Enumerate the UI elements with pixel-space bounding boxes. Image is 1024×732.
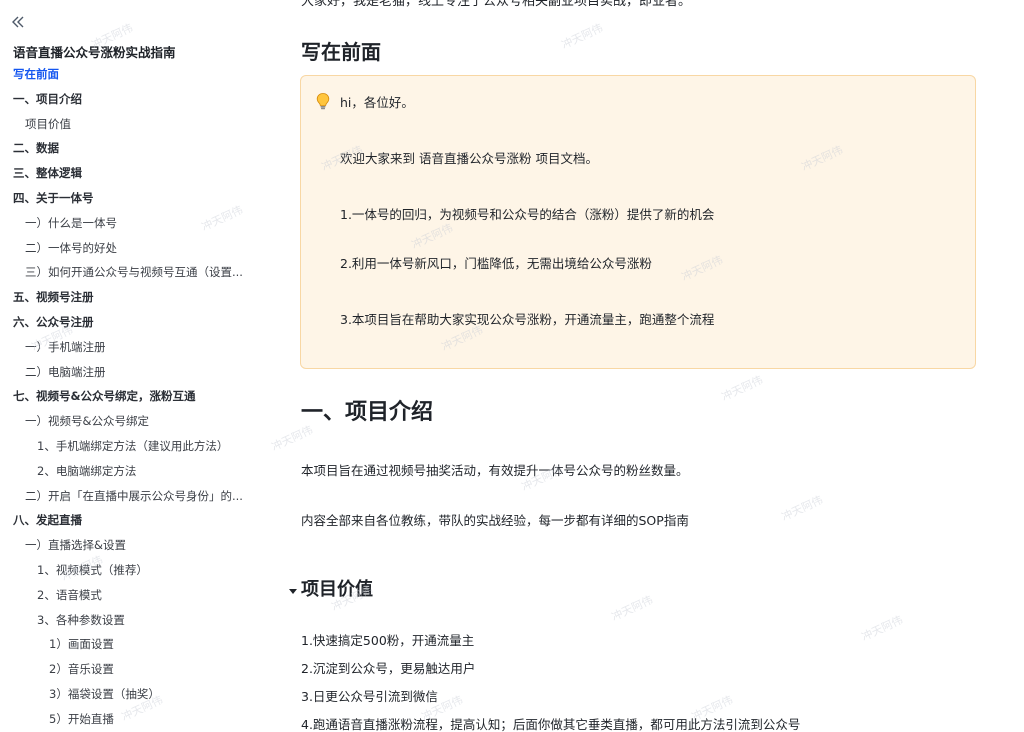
outline-item[interactable]: 七、视频号&公众号绑定，涨粉互通 [0,384,262,409]
outline-item[interactable]: 二、数据 [0,136,262,161]
outline-item[interactable]: 1、手机端绑定方法（建议用此方法） [0,434,262,459]
outline-item[interactable]: 二）电脑端注册 [0,360,262,385]
lightbulb-icon [315,92,331,110]
outline-item[interactable]: 一）视频号&公众号绑定 [0,409,262,434]
outline-list: 写在前面 一、项目介绍 项目价值 二、数据 三、整体逻辑 四、关于一体号 一）什么是一体号二… [0,62,262,732]
outline-item[interactable]: 五、视频号注册 [0,285,262,310]
heading-foreword: 写在前面 [301,40,381,64]
value-item-1: 1.快速搞定500粉，开通流量主 [301,633,475,648]
outline-item[interactable]: 项目价值 [0,112,262,137]
outline-item[interactable]: 一）直播选择&设置 [0,533,262,558]
callout-point-1: 1.一体号的回归，为视频号和公众号的结合（涨粉）提供了新的机会 [340,207,715,222]
outline-item[interactable]: 八、发起直播 [0,508,262,533]
outline-item[interactable]: 1）画面设置 [0,632,262,657]
callout-welcome: 欢迎大家来到 语音直播公众号涨粉 项目文档。 [340,151,598,166]
outline-item[interactable]: 1、视频模式（推荐） [0,558,262,583]
collapse-sidebar-icon[interactable] [10,14,28,32]
heading-project-value: 项目价值 [301,579,373,600]
value-item-4: 4.跑通语音直播涨粉流程，提高认知；后面你做其它垂类直播，都可用此方法引流到公众… [301,717,801,732]
outline-item[interactable]: 三）如何开通公众号与视频号互通（设置... [0,260,262,285]
outline-item[interactable]: 三、整体逻辑 [0,161,262,186]
outline-item[interactable]: 六、公众号注册 [0,310,262,335]
outline-item[interactable]: 二）开启「在直播中展示公众号身份」的... [0,484,262,509]
intro-paragraph-2: 内容全部来自各位教练，带队的实战经验，每一步都有详细的SOP指南 [301,513,689,528]
outline-item[interactable]: 写在前面 [0,62,262,87]
collapse-caret-icon[interactable] [288,581,298,594]
outline-item[interactable]: 一）手机端注册 [0,335,262,360]
outline-item[interactable]: 二）一体号的好处 [0,236,262,261]
value-item-2: 2.沉淀到公众号，更易触达用户 [301,661,476,676]
callout-point-3: 3.本项目旨在帮助大家实现公众号涨粉，开通流量主，跑通整个流程 [340,312,715,327]
callout-box: hi，各位好。 欢迎大家来到 语音直播公众号涨粉 项目文档。 1.一体号的回归，… [300,75,976,369]
outline-item[interactable]: 一、项目介绍 [0,87,262,112]
outline-doc-title[interactable]: 语音直播公众号涨粉实战指南 [13,42,176,61]
outline-item[interactable]: 2）音乐设置 [0,657,262,682]
value-item-3: 3.日更公众号引流到微信 [301,689,438,704]
outline-item[interactable]: 一）什么是一体号 [0,211,262,236]
outline-item[interactable]: 5）开始直播 [0,707,262,732]
outline-item[interactable]: 2、语音模式 [0,583,262,608]
heading-project-intro: 一、项目介绍 [301,400,434,425]
outline-sidebar: 语音直播公众号涨粉实战指南 写在前面 一、项目介绍 项目价值 二、数据 三、整体逻辑 四、… [0,0,262,732]
intro-paragraph-1: 本项目旨在通过视频号抽奖活动，有效提升一体号公众号的粉丝数量。 [301,463,689,478]
outline-item[interactable]: 3）福袋设置（抽奖） [0,682,262,707]
outline-item[interactable]: 3、各种参数设置 [0,608,262,633]
outline-item[interactable]: 2、电脑端绑定方法 [0,459,262,484]
intro-text-cut: 大家好，我是老猫，线上专注于公众号相关副业项目实战，即业者。 [301,0,692,9]
document-body: 大家好，我是老猫，线上专注于公众号相关副业项目实战，即业者。 写在前面 hi，各… [262,0,1024,732]
callout-greeting: hi，各位好。 [340,95,414,110]
outline-item[interactable]: 四、关于一体号 [0,186,262,211]
callout-point-2: 2.利用一体号新风口，门槛降低，无需出境给公众号涨粉 [340,256,652,271]
